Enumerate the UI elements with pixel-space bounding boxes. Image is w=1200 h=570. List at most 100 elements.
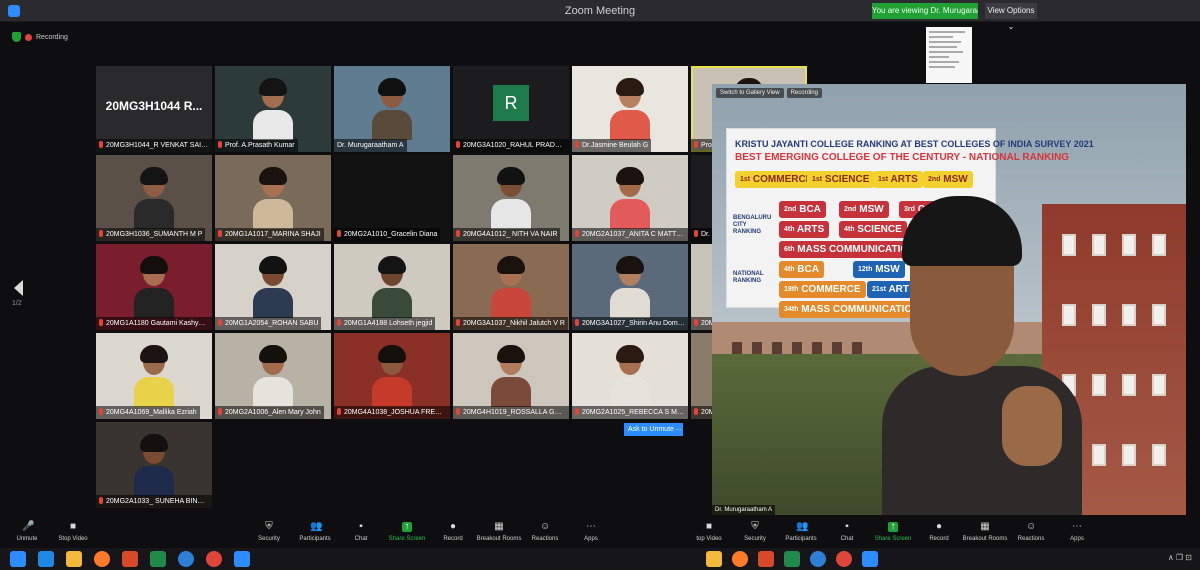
rank-label: COMMERCE xyxy=(801,284,861,295)
edge-icon[interactable] xyxy=(38,551,54,567)
muted-mic-icon xyxy=(456,141,460,148)
rank-label: MSW xyxy=(943,174,968,185)
reactions-button[interactable]: ☺ Reactions xyxy=(1008,518,1054,550)
participant-tile[interactable]: 20MG3H1036_SUMANTH M P xyxy=(96,155,212,241)
participant-name-text: 20MG1A4188 Lohseth jegjid xyxy=(344,320,433,327)
muted-mic-icon xyxy=(575,230,579,237)
system-tray[interactable]: ∧ ❐ ⊡ xyxy=(1168,553,1192,562)
firefox-icon[interactable] xyxy=(94,551,110,567)
tile-more-button[interactable]: ... xyxy=(674,423,683,436)
powerpoint-icon[interactable] xyxy=(122,551,138,567)
participant-tile[interactable]: 20MG4A1069_Mallika Ezriah xyxy=(96,333,212,419)
participant-tile[interactable]: Dr. Murugaraatham A xyxy=(334,66,450,152)
participant-name: 20MG2A1010_Gracelin Diana xyxy=(334,228,441,241)
gallery-view-button[interactable]: Switch to Gallery View xyxy=(716,88,784,98)
breakout-icon: ▦ xyxy=(494,521,504,532)
chat-button[interactable]: ▪ Chat xyxy=(338,518,384,550)
rank-badge: 6th xyxy=(784,246,795,253)
share-screen-button[interactable]: ↑ Share Screen xyxy=(384,518,430,550)
participant-name: 20MG3A1027_Shirin Anu Dominic xyxy=(572,317,688,330)
rank-label: SCIENCE xyxy=(824,174,870,185)
toolbar-label: Unmute xyxy=(16,536,38,542)
apps-icon: ⋯ xyxy=(586,521,596,532)
security-button[interactable]: ⛨ Security xyxy=(246,518,292,550)
participant-tile[interactable]: 20MG1A2054_ROHAN SABU xyxy=(215,244,331,330)
ranking-pill: 2nd MSW xyxy=(923,171,973,188)
participant-tile[interactable]: R 20MG3A1020_RAHUL PRADEEP xyxy=(453,66,569,152)
stop-video-button[interactable]: ■ Stop Video xyxy=(50,518,96,550)
participant-tile[interactable]: 20MG4A1012_ NITH VA NAIR xyxy=(453,155,569,241)
participants-icon: 👥 xyxy=(310,521,323,532)
start-icon[interactable] xyxy=(10,551,26,567)
zoom-taskbar-icon-2[interactable] xyxy=(862,551,878,567)
excel-icon[interactable] xyxy=(150,551,166,567)
muted-mic-icon xyxy=(575,408,579,415)
recording-indicator[interactable]: Recording xyxy=(12,31,68,43)
toolbar-label: top Video xyxy=(696,536,722,542)
muted-mic-icon xyxy=(218,408,222,415)
participant-video xyxy=(253,254,293,318)
participant-name: 20MG1A1180 Gautami Kashyap Go... xyxy=(96,317,212,330)
participant-tile[interactable]: 20MG1A1180 Gautami Kashyap Go... xyxy=(96,244,212,330)
toolbar-label: Chat xyxy=(840,536,854,542)
file-explorer-icon[interactable] xyxy=(66,551,82,567)
participant-tile[interactable]: 20MG1A1017_MARINA SHAJI xyxy=(215,155,331,241)
participant-tile[interactable]: 20MG2A1006_Alen Mary John xyxy=(215,333,331,419)
participant-tile[interactable]: 20MG2A1010_Gracelin Diana xyxy=(334,155,450,241)
chrome-icon[interactable] xyxy=(206,551,222,567)
breakout-rooms-button[interactable]: ▦ Breakout Rooms xyxy=(962,518,1008,550)
toolbar-label: Record xyxy=(443,536,463,542)
participant-tile[interactable]: Dr.Jasmine Beulah G xyxy=(572,66,688,152)
excel-icon-2[interactable] xyxy=(784,551,800,567)
participant-tile[interactable]: 20MG2A1037_ANITA C MATTOM xyxy=(572,155,688,241)
muted-mic-icon xyxy=(694,319,698,326)
rank-badge: 1st xyxy=(812,176,823,183)
rank-badge: 1st xyxy=(740,176,751,183)
participant-tile[interactable]: 20MG2A1033_ SUNEHA BINU ARUS... xyxy=(96,422,212,508)
reactions-icon: ☺ xyxy=(1026,521,1037,532)
top-video-button[interactable]: ■ top Video xyxy=(686,518,732,550)
previous-page-arrow-icon[interactable] xyxy=(14,280,23,296)
rank-badge: 2nd xyxy=(784,206,797,213)
share-screen-button[interactable]: ↑ Share Screen xyxy=(870,518,916,550)
view-options-button[interactable]: View Options ⌄ xyxy=(985,3,1037,31)
record-button[interactable]: ● Record xyxy=(430,518,476,550)
participants-button[interactable]: 👥 Participants xyxy=(778,518,824,550)
security-button[interactable]: ⛨ Security xyxy=(732,518,778,550)
chat-button[interactable]: ▪ Chat xyxy=(824,518,870,550)
participant-tile[interactable]: 20MG3A1037_Nikhil Jalutch V R xyxy=(453,244,569,330)
firefox-icon-2[interactable] xyxy=(732,551,748,567)
unmute-button[interactable]: 🎤 Unmute xyxy=(4,518,50,550)
file-explorer-icon-2[interactable] xyxy=(706,551,722,567)
participant-video xyxy=(610,165,650,229)
participant-tile[interactable]: 20MG3A1027_Shirin Anu Dominic xyxy=(572,244,688,330)
rank-badge: 1st xyxy=(878,176,889,183)
participant-tile[interactable]: 20MG1A4188 Lohseth jegjid xyxy=(334,244,450,330)
edge-browser-icon-2[interactable] xyxy=(810,551,826,567)
record-button[interactable]: ● Record xyxy=(916,518,962,550)
shield-icon: ⛨ xyxy=(751,521,759,532)
apps-button[interactable]: ⋯ Apps xyxy=(1054,518,1100,550)
participant-tile[interactable]: 20MG4A1038_JOSHUA FREDRICK V... xyxy=(334,333,450,419)
powerpoint-icon-2[interactable] xyxy=(758,551,774,567)
apps-button[interactable]: ⋯ Apps xyxy=(568,518,614,550)
shared-document-thumbnail[interactable] xyxy=(926,27,972,83)
edge-browser-icon[interactable] xyxy=(178,551,194,567)
participant-name: 20MG3A1037_Nikhil Jalutch V R xyxy=(453,317,568,330)
participant-tile[interactable]: 20MG2A1025_REBECCA S MONI xyxy=(572,333,688,419)
participant-name-text: 20MG3A1020_RAHUL PRADEEP xyxy=(463,142,569,149)
participant-tile[interactable]: 20MG4H1019_ROSSALLA GRACE TL... xyxy=(453,333,569,419)
toolbar-label: Record xyxy=(929,536,949,542)
screen-recording-badge[interactable]: Recording xyxy=(786,88,822,98)
participant-tile[interactable]: Prof. A.Prasath Kumar xyxy=(215,66,331,152)
ask-to-unmute-button[interactable]: Ask to Unmute xyxy=(624,423,678,436)
chrome-icon-2[interactable] xyxy=(836,551,852,567)
participants-button[interactable]: 👥 Participants xyxy=(292,518,338,550)
muted-mic-icon xyxy=(99,230,103,237)
participant-video xyxy=(134,432,174,496)
participant-name-text: 20MG4A1038_JOSHUA FREDRICK V... xyxy=(344,409,450,416)
breakout-rooms-button[interactable]: ▦ Breakout Rooms xyxy=(476,518,522,550)
zoom-taskbar-icon[interactable] xyxy=(234,551,250,567)
participant-tile[interactable]: 20MG3H1044 R... 20MG3H1044_R VENKAT SAI K… xyxy=(96,66,212,152)
reactions-button[interactable]: ☺ Reactions xyxy=(522,518,568,550)
